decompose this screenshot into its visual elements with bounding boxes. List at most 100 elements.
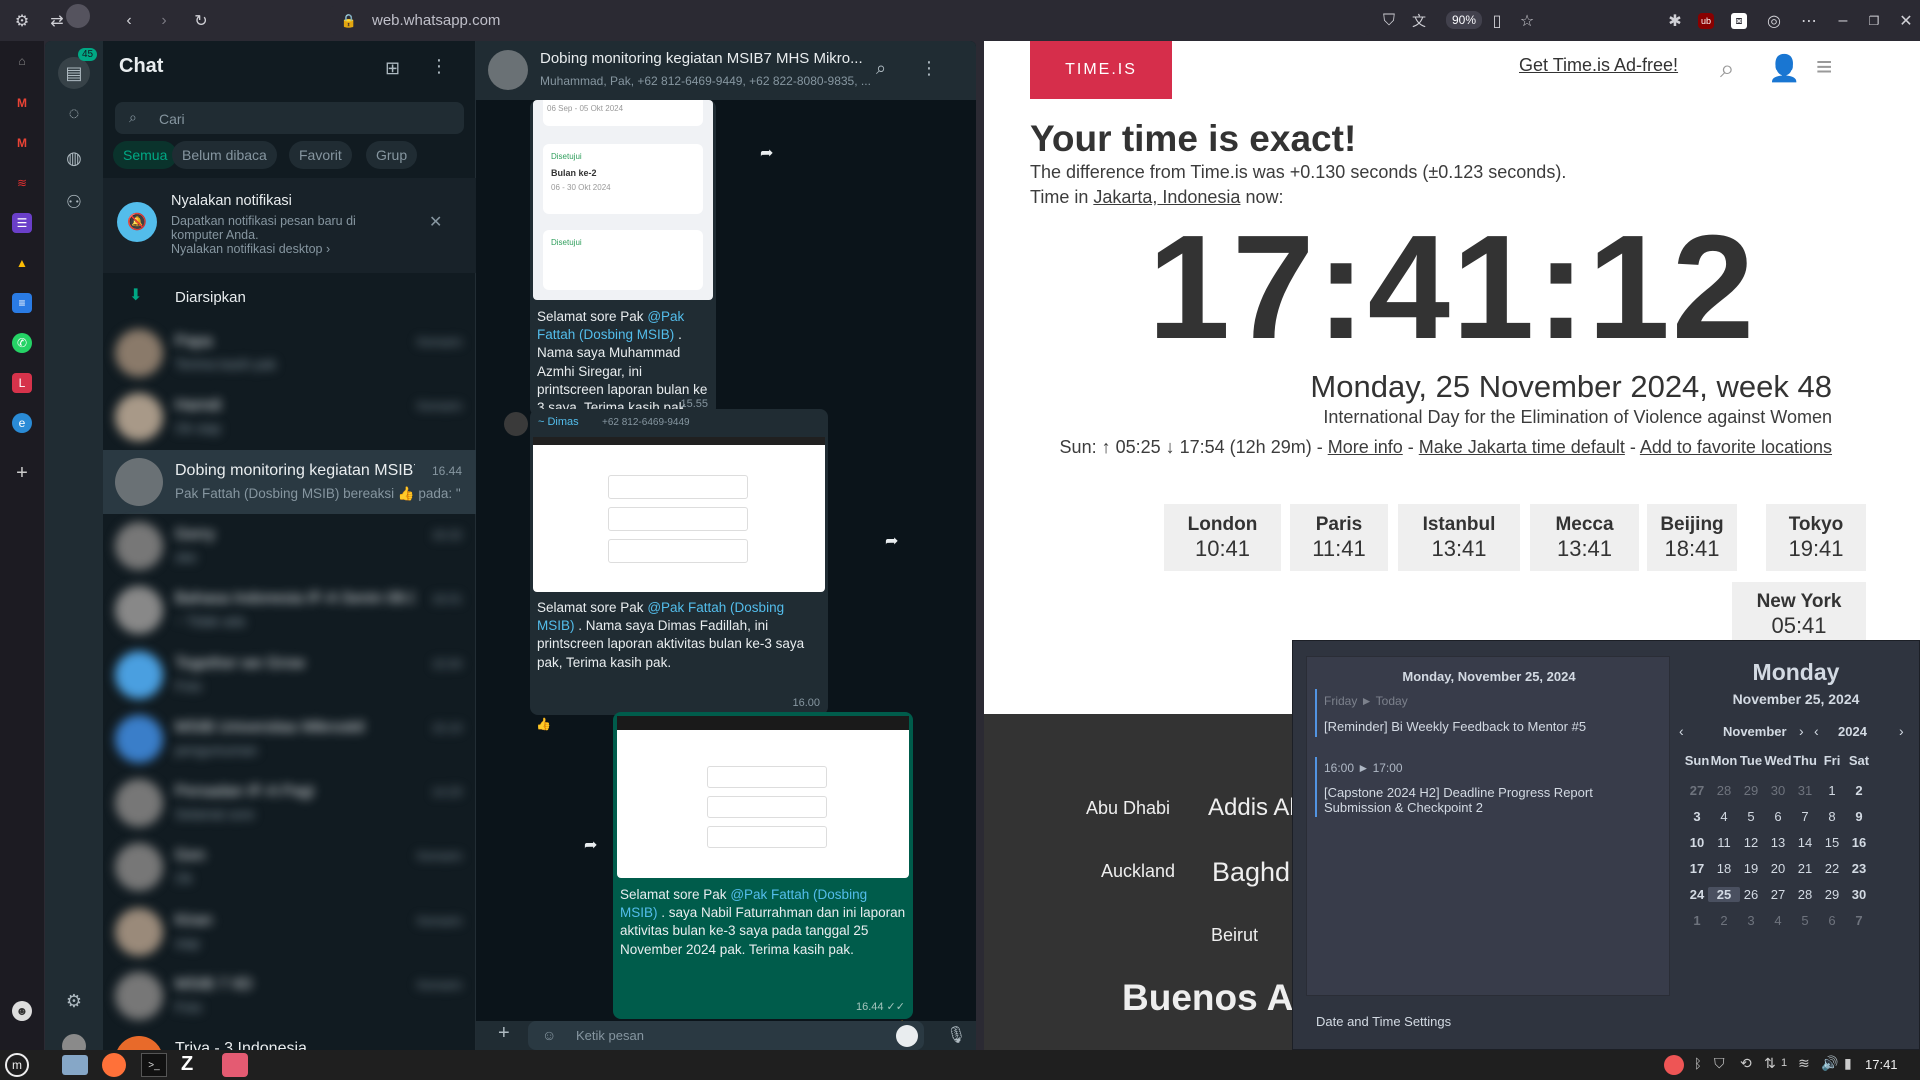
city-mecca[interactable]: Mecca 13:41: [1530, 504, 1639, 571]
settings-icon[interactable]: ⚙: [11, 10, 33, 32]
chat-row[interactable]: Together we Grow Foto 15.50: [103, 643, 476, 707]
calendar-day[interactable]: 2: [1843, 783, 1875, 798]
swap-icon[interactable]: ⇄: [46, 10, 68, 32]
todoist-icon[interactable]: ≋: [12, 173, 32, 193]
update-icon[interactable]: ⟲: [1740, 1055, 1752, 1072]
ublock-icon[interactable]: ub: [1698, 13, 1714, 29]
make-default-link[interactable]: Make Jakarta time default: [1419, 437, 1625, 457]
status-icon[interactable]: ◌: [62, 101, 86, 125]
location-link[interactable]: Jakarta, Indonesia: [1093, 187, 1240, 207]
prev-year-icon[interactable]: ‹: [1814, 723, 1819, 739]
bookmark-star-icon[interactable]: ☆: [1516, 10, 1538, 32]
edge-icon[interactable]: e: [12, 413, 32, 433]
bluetooth-icon[interactable]: ᛒ: [1694, 1056, 1702, 1071]
sender-name[interactable]: ~ Dimas: [538, 415, 579, 430]
communities-icon[interactable]: ⚇: [62, 190, 86, 214]
world-city[interactable]: Baghd: [1212, 857, 1290, 888]
world-city[interactable]: Abu Dhabi: [1086, 798, 1170, 819]
conversation-title[interactable]: Dobing monitoring kegiatan MSIB7 MHS Mik…: [540, 50, 863, 67]
url-text[interactable]: web.whatsapp.com: [372, 12, 500, 29]
chat-row[interactable]: Papa Terima kasih pak Kemarin: [103, 321, 476, 385]
taskbar-clock[interactable]: 17:41: [1865, 1057, 1898, 1072]
shield-icon[interactable]: ⛉: [1378, 10, 1400, 32]
sticker-icon[interactable]: [896, 1025, 918, 1047]
whatsapp-icon[interactable]: ✆: [12, 333, 32, 353]
notif-link[interactable]: Nyalakan notifikasi desktop ›: [171, 242, 330, 256]
notification-banner[interactable]: 🔕 Nyalakan notifikasi Dapatkan notifikas…: [103, 178, 476, 273]
sender-avatar[interactable]: [504, 412, 528, 436]
forward-icon[interactable]: ➦: [584, 835, 597, 855]
wifi-icon[interactable]: ≋: [1798, 1055, 1810, 1072]
chat-row[interactable]: Persadan IF-A Pagi Selamat sore 14.20: [103, 771, 476, 835]
chats-icon[interactable]: ▤: [58, 57, 90, 89]
user-icon[interactable]: 👤: [1768, 53, 1800, 84]
chat-row[interactable]: Bahasa Indonesia IF-A Senin 08.00 ... ~ T…: [103, 578, 476, 642]
zed-icon[interactable]: Z: [181, 1053, 207, 1077]
battery-icon[interactable]: ▮: [1844, 1055, 1852, 1072]
more-info-link[interactable]: More info: [1328, 437, 1403, 457]
lock-icon[interactable]: 🔒: [338, 10, 360, 32]
incognito-icon[interactable]: ◎: [1763, 10, 1785, 32]
message-image[interactable]: [617, 716, 909, 878]
event-title[interactable]: [Capstone 2024 H2] Deadline Progress Rep…: [1324, 785, 1624, 815]
next-month-icon[interactable]: ›: [1799, 723, 1804, 739]
profile-avatar[interactable]: [62, 1034, 86, 1050]
reload-icon[interactable]: ↻: [190, 10, 212, 32]
account-icon[interactable]: ☻: [12, 1001, 32, 1021]
filter-groups[interactable]: Grup: [366, 141, 418, 169]
forms-icon[interactable]: ☰: [12, 213, 32, 233]
files-icon[interactable]: [62, 1055, 88, 1075]
chat-row[interactable]: Gerry oke 16.32: [103, 514, 476, 578]
calendar-day[interactable]: 9: [1843, 809, 1875, 824]
menu-icon[interactable]: ⋮: [430, 56, 448, 77]
date-time-settings[interactable]: Date and Time Settings: [1316, 1014, 1451, 1029]
message-image[interactable]: 06 Sep - 05 Okt 2024 Disetujui Bulan ke-…: [533, 100, 713, 300]
clock-applet-icon[interactable]: [1664, 1055, 1684, 1075]
docs-icon[interactable]: ≡: [12, 293, 32, 313]
channels-icon[interactable]: ◍: [62, 146, 86, 170]
zoom-level[interactable]: 90%: [1446, 11, 1483, 29]
world-city[interactable]: Auckland: [1101, 861, 1175, 882]
chat-row[interactable]: Triya - 3 Indonesia: [103, 1028, 476, 1050]
menu-icon[interactable]: ≡: [1816, 51, 1832, 83]
home-icon[interactable]: ⌂: [12, 51, 32, 71]
chat-row[interactable]: Dobing monitoring kegiatan MSIB7 ... Pak …: [103, 449, 476, 514]
archived-row[interactable]: ⬇ Diarsipkan: [103, 273, 476, 321]
add-favorite-link[interactable]: Add to favorite locations: [1640, 437, 1832, 457]
profile-avatar[interactable]: [66, 4, 90, 28]
volume-icon[interactable]: 🔊: [1821, 1055, 1838, 1072]
adfree-link[interactable]: Get Time.is Ad-free!: [1519, 55, 1678, 76]
city-new-york[interactable]: New York 05:41: [1732, 582, 1866, 642]
timeis-logo[interactable]: TIME.IS: [1030, 41, 1172, 99]
mint-menu-icon[interactable]: m: [5, 1053, 29, 1077]
more-icon[interactable]: ⋯: [1798, 10, 1820, 32]
firefox-icon[interactable]: [102, 1053, 126, 1077]
group-avatar[interactable]: [488, 50, 528, 90]
filter-favorites[interactable]: Favorit: [289, 141, 352, 169]
add-icon[interactable]: +: [12, 462, 32, 484]
message-bubble[interactable]: Selamat sore Pak @Pak Fattah (Dosbing MS…: [613, 712, 913, 1019]
gmail-2-icon[interactable]: M: [12, 133, 32, 153]
drive-icon[interactable]: ▲: [12, 253, 32, 273]
chat-row[interactable]: MSIB Universitas Mikroskil pengumuman 15.1…: [103, 707, 476, 771]
settings-icon[interactable]: ⚙: [62, 989, 86, 1013]
emoji-icon[interactable]: ☺: [542, 1027, 556, 1043]
calendar-day[interactable]: 23: [1843, 861, 1875, 876]
search-icon[interactable]: ⌕: [876, 58, 886, 79]
message-bubble[interactable]: 06 Sep - 05 Okt 2024 Disetujui Bulan ke-…: [530, 100, 716, 416]
world-city[interactable]: Beirut: [1211, 925, 1258, 946]
attach-icon[interactable]: +: [498, 1022, 510, 1045]
message-image[interactable]: [533, 437, 825, 592]
calendar-day[interactable]: 30: [1843, 887, 1875, 902]
chat-row[interactable]: Gen Ok Kemarin: [103, 835, 476, 899]
new-chat-icon[interactable]: ⊞: [385, 58, 400, 79]
forward-icon[interactable]: ›: [153, 10, 175, 32]
conversation-header[interactable]: Dobing monitoring kegiatan MSIB7 MHS Mik…: [476, 41, 976, 100]
event-title[interactable]: [Reminder] Bi Weekly Feedback to Mentor …: [1324, 719, 1586, 734]
filter-unread[interactable]: Belum dibaca: [172, 141, 277, 169]
city-paris[interactable]: Paris 11:41: [1290, 504, 1388, 571]
close-icon[interactable]: ✕: [1895, 10, 1917, 32]
chat-row[interactable]: Kiran siap Kemarin: [103, 900, 476, 964]
message-bubble[interactable]: ~ Dimas +62 812-6469-9449 Selamat sore P…: [530, 409, 828, 715]
search-icon[interactable]: ⌕: [1720, 53, 1735, 85]
